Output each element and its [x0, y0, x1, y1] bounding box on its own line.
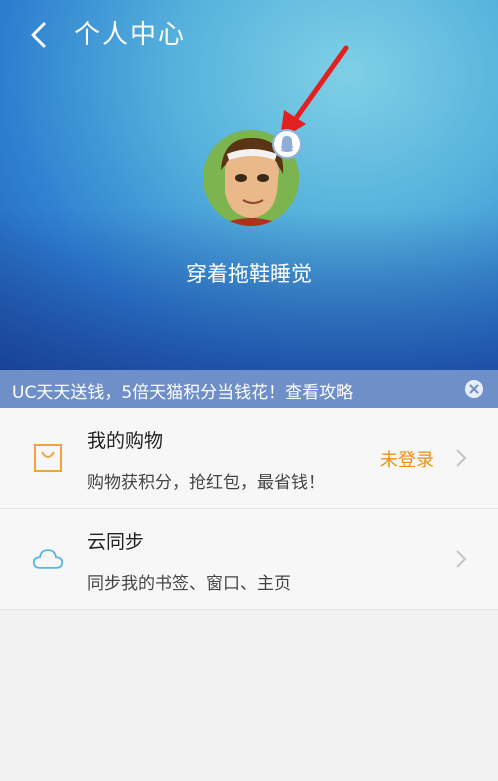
list-item-subtitle: 同步我的书签、窗口、主页	[87, 574, 291, 594]
list-item-title: 云同步	[87, 531, 145, 553]
list-item-subtitle: 购物获积分，抢红包，最省钱！	[87, 473, 325, 493]
login-status[interactable]: 未登录	[380, 446, 434, 472]
page-title: 个人中心	[74, 20, 187, 50]
list-item-my-shopping[interactable]: 我的购物 购物获积分，抢红包，最省钱！ 未登录	[0, 408, 498, 509]
list-item-cloud-sync[interactable]: 云同步 同步我的书签、窗口、主页	[0, 509, 498, 610]
header-shade	[0, 210, 498, 370]
list-item-title: 我的购物	[87, 430, 164, 452]
profile-header: 个人中心 穿着拖鞋睡觉	[0, 0, 498, 370]
close-icon[interactable]	[465, 380, 483, 398]
cloud-icon	[32, 549, 64, 569]
username: 穿着拖鞋睡觉	[186, 262, 312, 286]
menu-list: 我的购物 购物获积分，抢红包，最省钱！ 未登录 云同步 同步我的书签、窗口、主页	[0, 408, 498, 610]
promo-banner-text[interactable]: UC天天送钱，5倍天猫积分当钱花！查看攻略	[12, 378, 353, 403]
chevron-right-icon	[456, 449, 467, 467]
back-arrow-icon[interactable]	[24, 20, 54, 50]
promo-banner[interactable]: UC天天送钱，5倍天猫积分当钱花！查看攻略	[0, 370, 498, 408]
qq-penguin-icon	[274, 131, 300, 157]
chevron-right-icon	[456, 550, 467, 568]
annotation-arrow-icon	[280, 45, 349, 140]
shopping-bag-icon	[34, 444, 62, 472]
